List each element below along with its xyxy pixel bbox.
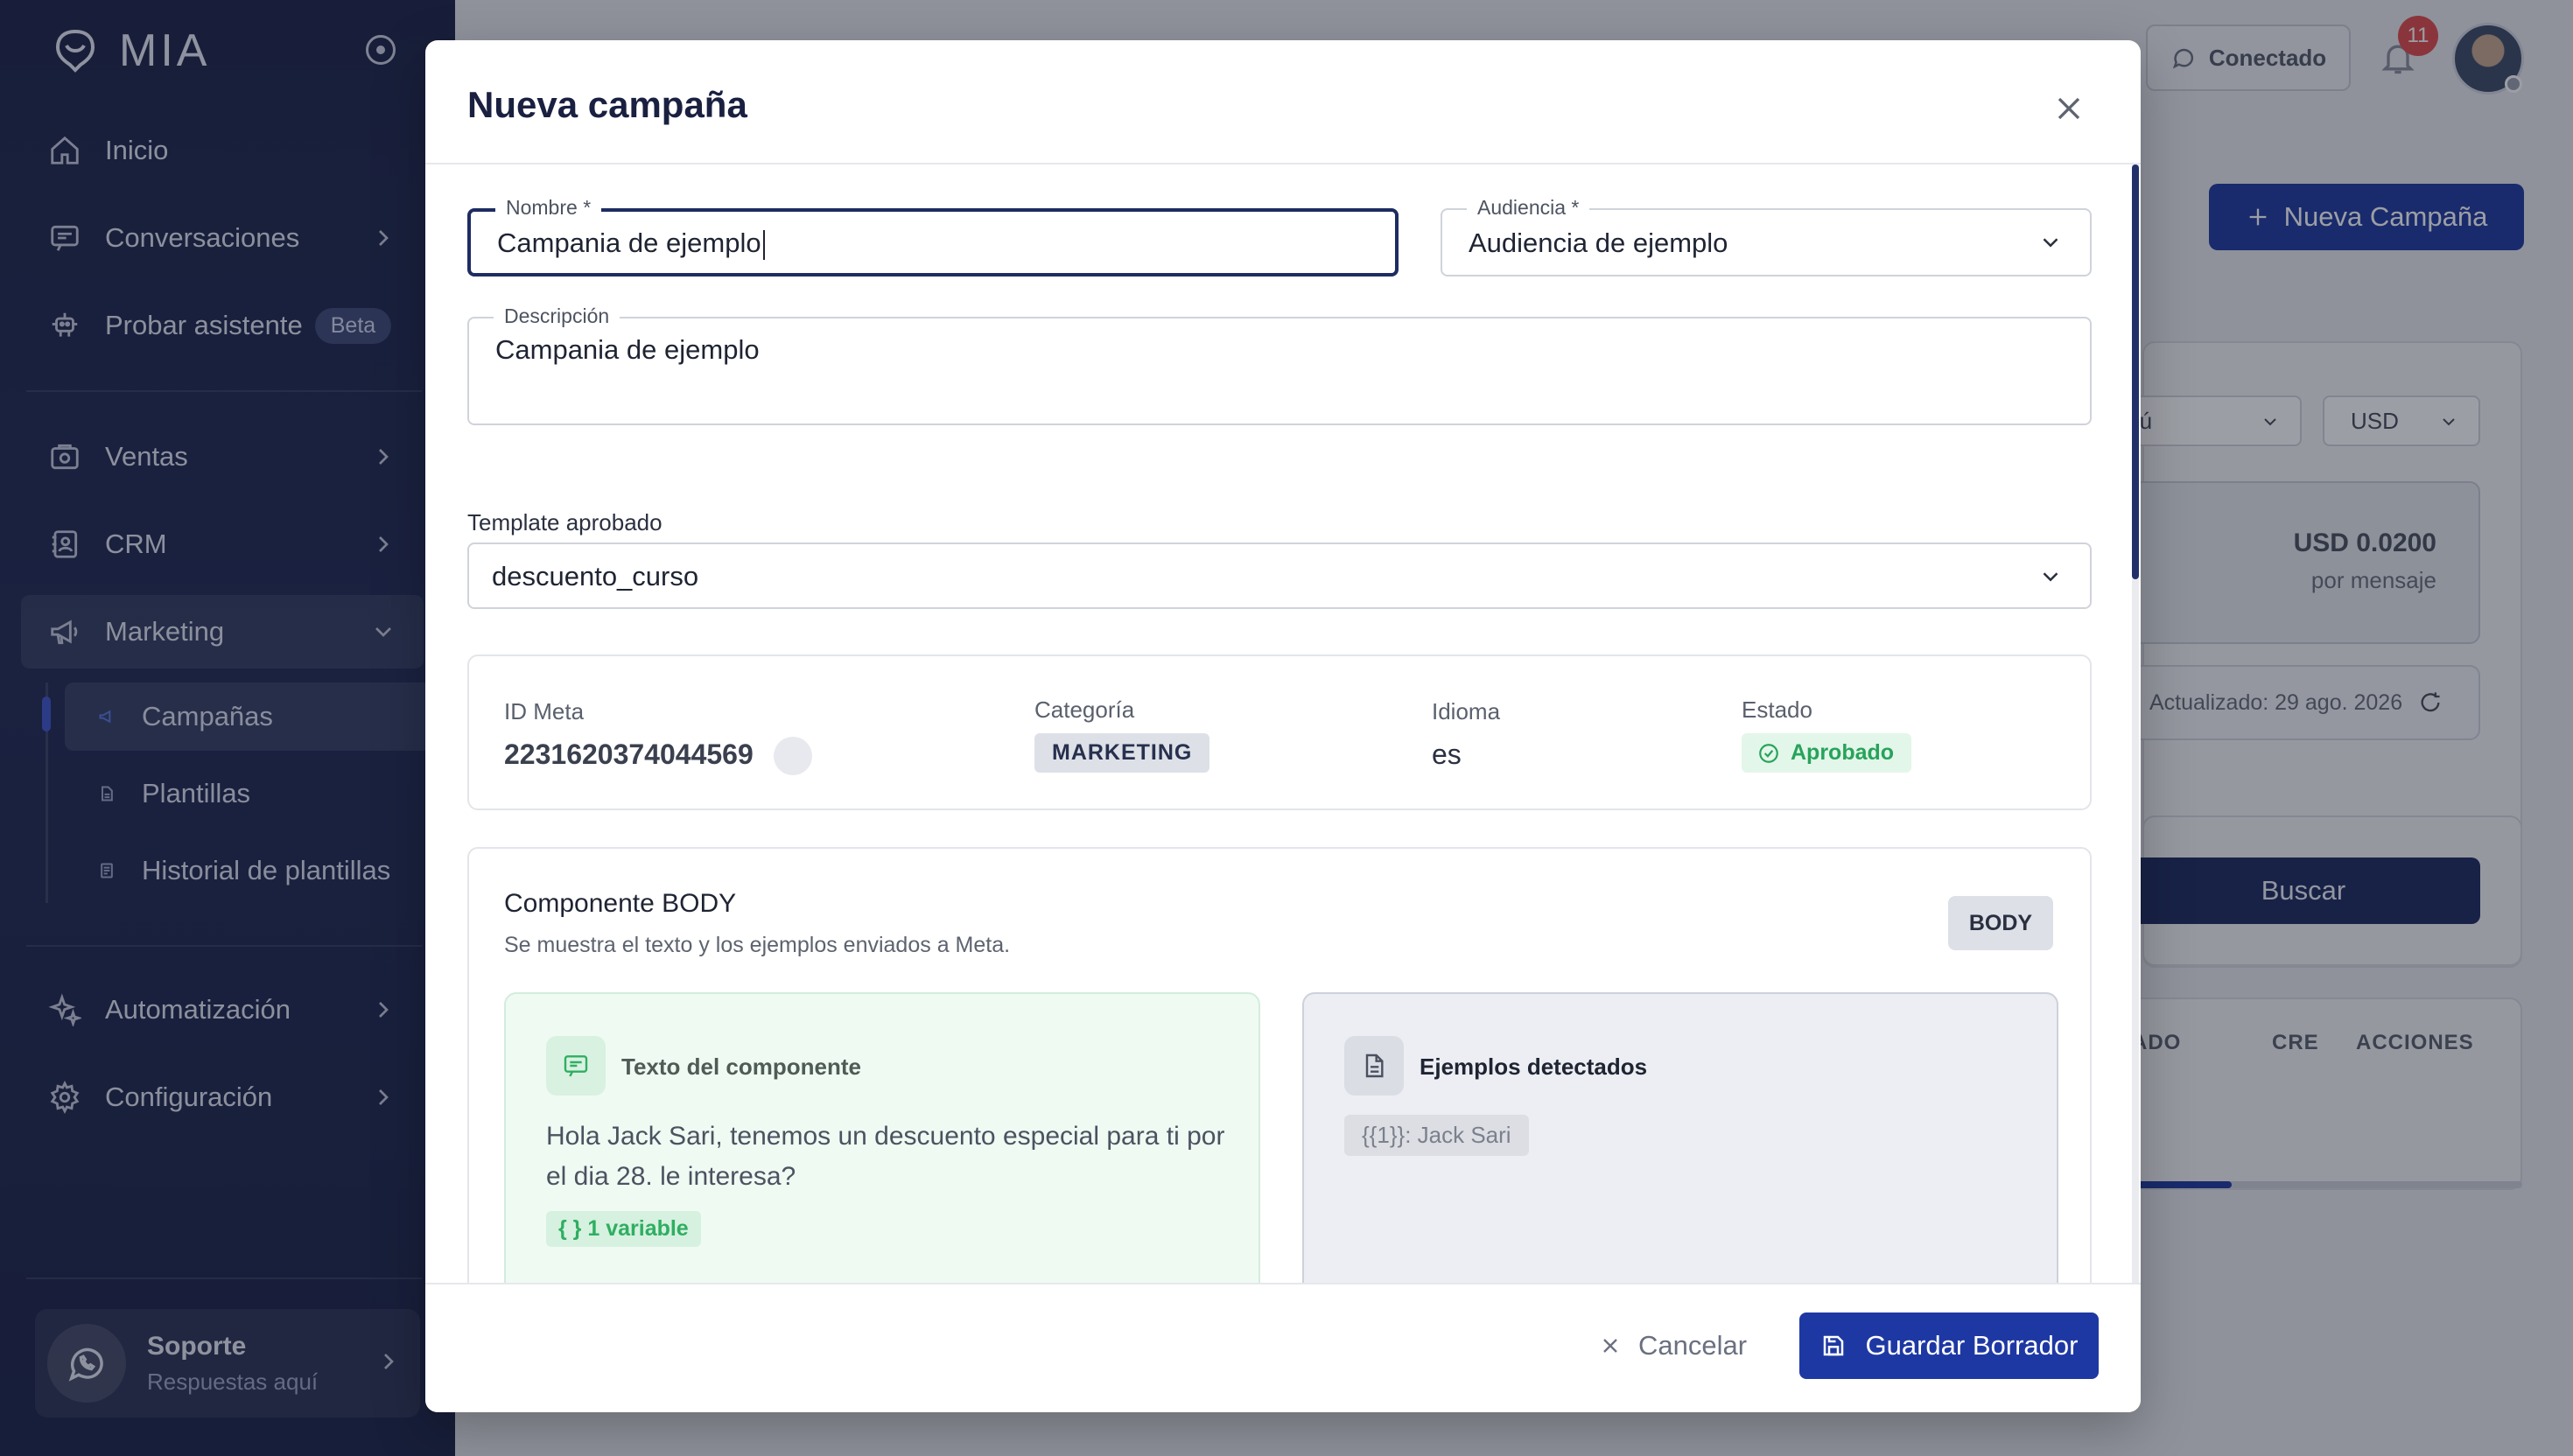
braces-icon: { } [558,1216,582,1241]
save-draft-label: Guardar Borrador [1865,1330,2079,1361]
body-component-card: Componente BODY Se muestra el texto y lo… [467,847,2092,1283]
close-icon [1598,1334,1623,1358]
modal-footer: Cancelar Guardar Borrador [425,1283,2141,1412]
message-icon [546,1036,606,1096]
description-field[interactable]: Descripción Campania de ejemplo [467,304,2092,425]
field-label: Nombre * [495,196,602,220]
modal-body: Nombre * Campania de ejemplo Audiencia *… [425,164,2141,1283]
chevron-down-icon [2037,229,2064,256]
language-label: Idioma [1432,698,1501,724]
campaign-name-value: Campania de ejemplo [497,228,765,260]
new-campaign-modal: Nueva campaña Nombre * Campania de ejemp… [425,40,2141,1412]
chevron-down-icon [2037,564,2064,590]
cancel-button[interactable]: Cancelar [1581,1312,1764,1379]
body-component-subtitle: Se muestra el texto y los ejemplos envia… [504,933,1011,957]
template-value: descuento_curso [492,561,699,592]
text-caret [762,229,765,260]
status-label: Estado [1742,696,1812,723]
audience-select[interactable]: Audiencia * Audiencia de ejemplo [1441,196,2092,276]
status-badge: Aprobado [1742,733,1912,773]
variable-count: 1 variable [587,1216,689,1241]
examples-panel: Ejemplos detectados {{1}}: Jack Sari [1302,992,2058,1283]
close-icon[interactable] [2050,89,2088,128]
save-icon [1820,1333,1847,1359]
example-chip: {{1}}: Jack Sari [1344,1115,1529,1156]
component-text-title: Texto del componente [621,1054,861,1080]
campaign-name-field[interactable]: Nombre * Campania de ejemplo [467,196,1399,276]
document-icon [1344,1036,1404,1096]
save-draft-button[interactable]: Guardar Borrador [1799,1312,2099,1379]
cancel-label: Cancelar [1638,1330,1748,1361]
body-tag: BODY [1948,896,2053,950]
modal-header: Nueva campaña [425,40,2141,164]
copy-icon[interactable] [774,737,812,775]
component-text: Hola Jack Sari, tenemos un descuento esp… [546,1122,1225,1191]
body-component-title: Componente BODY [504,889,737,918]
component-text-panel: Texto del componente Hola Jack Sari, ten… [504,992,1260,1283]
meta-id-label: ID Meta [504,698,585,724]
variable-count-badge: { } 1 variable [546,1211,701,1247]
language-value: es [1432,738,1462,770]
modal-title: Nueva campaña [467,84,747,125]
field-label: Audiencia * [1467,196,1590,220]
campaign-name-text: Campania de ejemplo [497,228,761,258]
category-label: Categoría [1034,696,1135,723]
examples-title: Ejemplos detectados [1420,1054,1648,1080]
template-label: Template aprobado [467,509,663,536]
meta-id-value: 2231620374044569 [504,738,754,770]
field-label: Descripción [494,304,620,328]
check-circle-icon [1757,742,1780,765]
audience-value: Audiencia de ejemplo [1469,228,1728,258]
status-value: Aprobado [1791,740,1895,765]
template-meta-card: ID Meta 2231620374044569 Categoría MARKE… [467,654,2092,810]
template-select[interactable]: descuento_curso [467,542,2092,609]
description-value: Campania de ejemplo [495,334,760,365]
category-badge: MARKETING [1034,733,1210,773]
modal-scrollbar-thumb[interactable] [2132,164,2139,579]
